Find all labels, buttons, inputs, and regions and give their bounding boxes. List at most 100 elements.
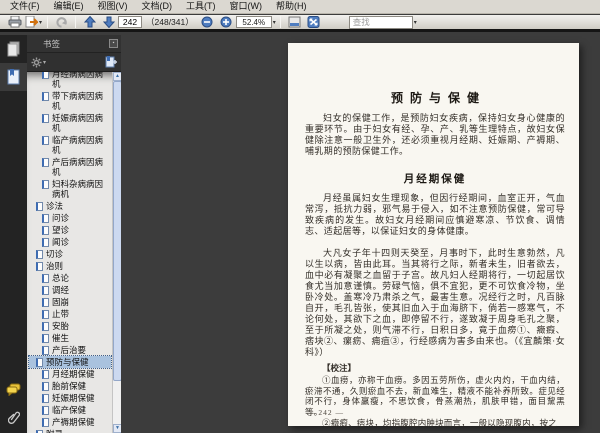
bookmark-label: 诊法: [46, 201, 64, 211]
quote-paragraph: 大凡女子年十四则天癸至，月事时下，此时生意勃然，凡以生以病，皆由此耳。当其将行之…: [305, 248, 565, 357]
chevron-down-icon[interactable]: ▾: [43, 59, 46, 66]
find-group: ▾: [348, 15, 417, 29]
menu-item[interactable]: 窗口(W): [223, 0, 270, 13]
bookmark-label: 望诊: [52, 225, 70, 235]
bookmarks-tree-wrap: 月经病病因病机 带下病病因病机 妊娠病病因病机 临产病病因病机 产后病病因病机 …: [27, 72, 121, 433]
bookmark-item[interactable]: 妇科杂病病因病机: [29, 178, 111, 200]
previous-view-button[interactable]: [53, 15, 70, 30]
menu-item[interactable]: 工具(T): [179, 0, 223, 13]
menu-item[interactable]: 编辑(E): [47, 0, 91, 13]
bookmark-page-icon: [42, 382, 49, 391]
chevron-down-icon[interactable]: ▾: [414, 19, 417, 26]
bookmark-item[interactable]: 总论: [29, 272, 111, 284]
menu-item[interactable]: 文件(F): [3, 0, 47, 13]
bookmarks-tree: 月经病病因病机 带下病病因病机 妊娠病病因病机 临产病病因病机 产后病病因病机 …: [27, 72, 112, 433]
share-document-button[interactable]: ▾: [25, 15, 42, 30]
comments-icon: [6, 383, 21, 396]
bookmark-item[interactable]: 产褥期保健: [29, 416, 111, 428]
bookmark-label: 产褥期保健: [52, 417, 95, 427]
bookmark-item[interactable]: 月经病病因病机: [29, 72, 111, 90]
bookmark-page-icon: [42, 158, 49, 167]
page-display-button[interactable]: [286, 15, 303, 30]
bookmark-item[interactable]: 妊娠病病因病机: [29, 112, 111, 134]
bookmarks-scrollbar[interactable]: ▲ ▼: [112, 72, 121, 433]
bookmark-label: 止带: [52, 309, 70, 319]
bookmark-item[interactable]: 预防与保健: [28, 355, 112, 369]
zoom-level-box[interactable]: 52.4%: [235, 16, 272, 28]
bookmark-page-icon: [42, 180, 49, 189]
bookmark-item[interactable]: 催生: [29, 332, 111, 344]
gear-icon[interactable]: [31, 57, 42, 68]
zoom-in-button[interactable]: [218, 15, 235, 30]
new-bookmark-icon[interactable]: [105, 56, 117, 68]
down-arrow-icon: [102, 16, 115, 28]
content-area: 书签 ▪ ▾ 月经病病因病机 带下病病因病机 妊娠病病因病机 临产病病因病机 产…: [0, 35, 600, 433]
scroll-down-arrow[interactable]: ▼: [113, 424, 121, 433]
menu-item[interactable]: 帮助(H): [269, 0, 314, 13]
menu-item[interactable]: 视图(V): [91, 0, 135, 13]
attachments-panel-button[interactable]: [0, 403, 27, 431]
previous-page-button[interactable]: [81, 15, 98, 30]
document-canvas[interactable]: 预防与保健 妇女的保健工作，是预防妇女疾病，保持妇女身心健康的重要环节。由于妇女…: [121, 35, 600, 433]
bookmark-page-icon: [42, 298, 49, 307]
bookmark-item[interactable]: 望诊: [29, 224, 111, 236]
note-2: ②癥瘕、痞块，均指腹腔内肿块而言，一般以隐现腹内，按之: [322, 418, 557, 428]
bookmark-item[interactable]: 治则: [29, 260, 111, 272]
bookmarks-panel: 书签 ▪ ▾ 月经病病因病机 带下病病因病机 妊娠病病因病机 临产病病因病机 产…: [27, 35, 121, 433]
comments-panel-button[interactable]: [0, 375, 27, 403]
toolbar: ▾ （248/341）: [0, 15, 600, 32]
bookmarks-panel-button[interactable]: [0, 63, 27, 91]
bookmarks-toolbar: ▾: [27, 53, 121, 72]
bookmark-page-icon: [42, 136, 49, 145]
bookmark-page-icon: [42, 238, 49, 247]
bookmark-item[interactable]: 闻诊: [29, 236, 111, 248]
bookmark-page-icon: [42, 322, 49, 331]
scrollbar-thumb[interactable]: [113, 81, 121, 381]
bookmark-item[interactable]: 附录: [29, 428, 111, 433]
intro-paragraph: 妇女的保健工作，是预防妇女疾病，保持妇女身心健康的重要环节。由于妇女有经、孕、产…: [305, 113, 565, 156]
menu-bar: 文件(F) 编辑(E) 视图(V) 文档(D) 工具(T) 窗口(W) 帮助(H): [0, 0, 600, 14]
chevron-down-icon[interactable]: ▾: [273, 19, 276, 26]
pdf-reader-window: 文件(F) 编辑(E) 视图(V) 文档(D) 工具(T) 窗口(W) 帮助(H) ▾: [0, 0, 600, 433]
bookmark-item[interactable]: 临产病病因病机: [29, 134, 111, 156]
document-page: 预防与保健 妇女的保健工作，是预防妇女疾病，保持妇女身心健康的重要环节。由于妇女…: [288, 43, 579, 428]
fullscreen-button[interactable]: [305, 15, 322, 30]
previous-view-icon: [55, 16, 68, 28]
find-input[interactable]: [348, 15, 413, 29]
toolbar-separator: [75, 16, 77, 28]
bookmark-label: 月经病病因病机: [52, 72, 104, 89]
plus-circle-icon: [220, 16, 232, 28]
bookmark-item[interactable]: 调经: [29, 284, 111, 296]
bookmark-item[interactable]: 产后病病因病机: [29, 156, 111, 178]
bookmark-page-icon: [42, 370, 49, 379]
bookmark-item[interactable]: 妊娠期保健: [29, 392, 111, 404]
bookmark-item[interactable]: 固崩: [29, 296, 111, 308]
bookmark-item[interactable]: 安胎: [29, 320, 111, 332]
bookmarks-panel-header: 书签 ▪: [27, 35, 121, 53]
bookmark-item[interactable]: 切诊: [29, 248, 111, 260]
bookmark-item[interactable]: 胎前保健: [29, 380, 111, 392]
bookmark-item[interactable]: 问诊: [29, 212, 111, 224]
scroll-up-arrow[interactable]: ▲: [113, 72, 121, 81]
bookmark-item[interactable]: 止带: [29, 308, 111, 320]
bookmark-page-icon: [42, 114, 49, 123]
bookmark-page-icon: [36, 358, 43, 367]
bookmark-item[interactable]: 诊法: [29, 200, 111, 212]
share-document-icon: [25, 16, 38, 28]
bookmark-item[interactable]: 带下病病因病机: [29, 90, 111, 112]
bookmark-label: 临产病病因病机: [52, 135, 104, 155]
bookmark-item[interactable]: 临产保健: [29, 404, 111, 416]
bookmark-page-icon: [36, 250, 43, 259]
page-thumbnails-button[interactable]: [0, 35, 27, 63]
bookmark-page-icon: [36, 262, 43, 271]
panel-options-button[interactable]: ▪: [109, 39, 118, 48]
print-button[interactable]: [6, 15, 23, 30]
page-thumbnails-icon: [7, 41, 21, 57]
bookmark-item[interactable]: 月经期保健: [29, 368, 111, 380]
page-number-input[interactable]: [118, 16, 143, 28]
bookmark-item[interactable]: 产后治要: [29, 344, 111, 356]
next-page-button[interactable]: [100, 15, 117, 30]
bookmark-label: 胎前保健: [52, 381, 87, 391]
menu-item[interactable]: 文档(D): [135, 0, 180, 13]
zoom-out-button[interactable]: [199, 15, 216, 30]
